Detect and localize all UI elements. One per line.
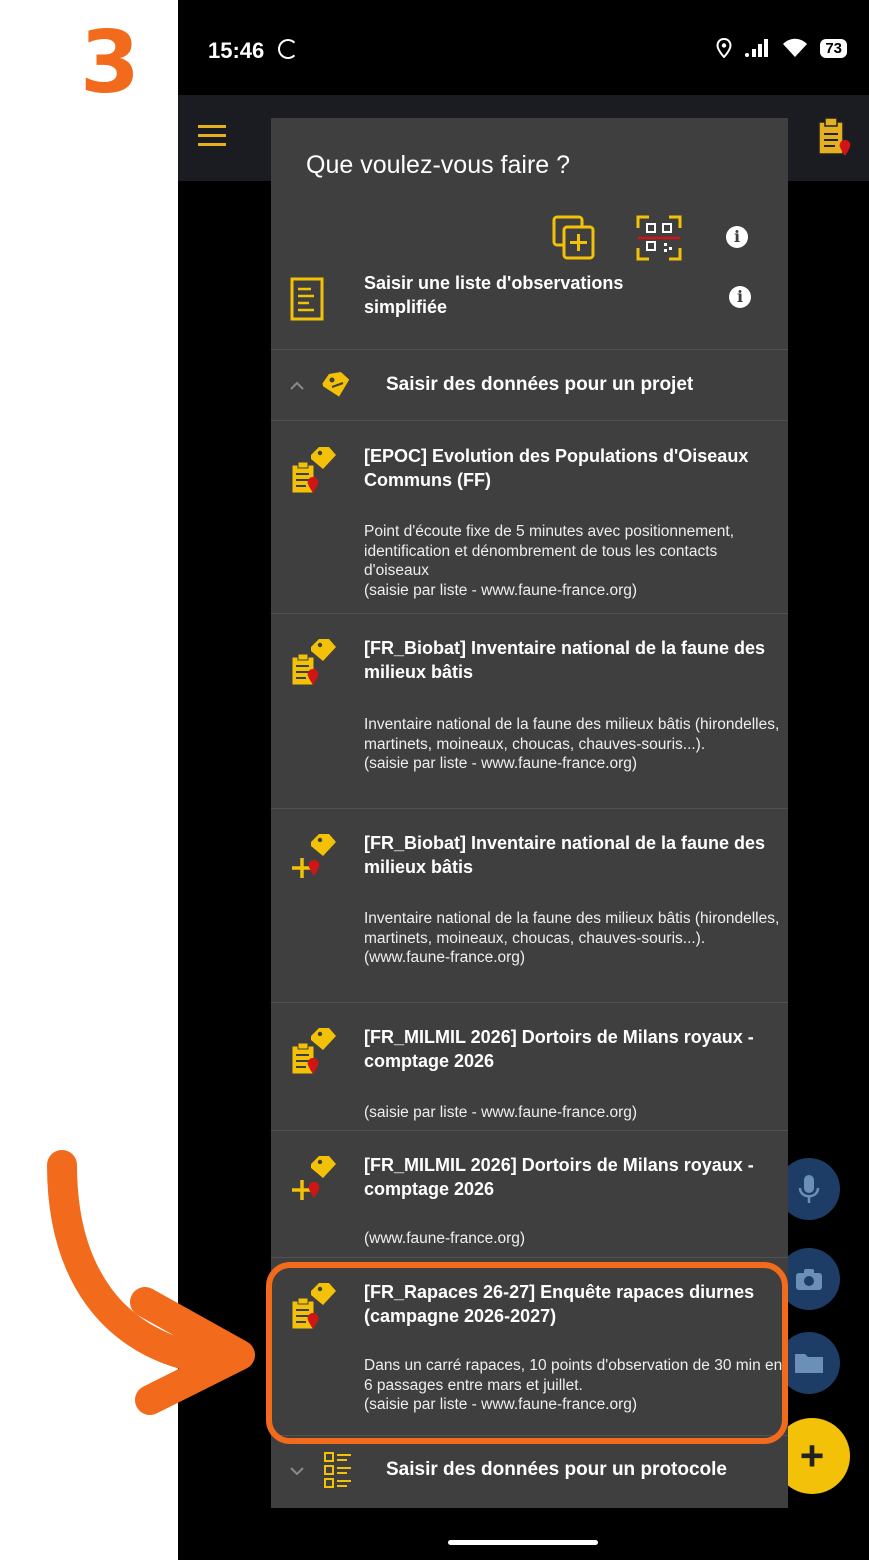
project-list-icon bbox=[291, 447, 336, 494]
highlight-box bbox=[266, 1262, 788, 1444]
projects-section-header[interactable]: Saisir des données pour un projet bbox=[271, 350, 788, 421]
add-icon: + bbox=[799, 1432, 825, 1479]
simple-list-label: Saisir une liste d'observations simplifi… bbox=[364, 273, 624, 317]
project-list-icon bbox=[291, 639, 336, 686]
project-description: Inventaire national de la faune des mili… bbox=[364, 910, 780, 966]
project-list-icon bbox=[291, 1028, 336, 1075]
list-icon bbox=[290, 277, 324, 321]
status-icons: 73 bbox=[716, 38, 847, 58]
dialog-toolbar: i bbox=[551, 214, 761, 262]
info-icon[interactable]: i bbox=[726, 226, 748, 248]
project-item[interactable]: [FR_Biobat] Inventaire national de la fa… bbox=[271, 613, 788, 809]
projects-section-label: Saisir des données pour un projet bbox=[386, 374, 694, 395]
chevron-down-icon bbox=[290, 1467, 304, 1476]
status-bar: 15:46 73 bbox=[178, 0, 869, 95]
step-number: 3 bbox=[80, 13, 140, 113]
loading-icon bbox=[278, 39, 298, 59]
protocol-icon bbox=[324, 1452, 351, 1488]
protocol-section-header[interactable]: Saisir des données pour un protocole bbox=[271, 1435, 788, 1505]
project-title: [FR_MILMIL 2026] Dortoirs de Milans roya… bbox=[364, 1155, 754, 1199]
project-description: (www.faune-france.org) bbox=[364, 1230, 526, 1247]
folder-icon bbox=[795, 1354, 823, 1373]
project-title: [FR_Biobat] Inventaire national de la fa… bbox=[364, 833, 766, 877]
project-title: [FR_MILMIL 2026] Dortoirs de Milans roya… bbox=[364, 1027, 754, 1071]
home-indicator[interactable] bbox=[448, 1540, 598, 1545]
status-time: 15:46 bbox=[208, 38, 265, 63]
project-title: [FR_Biobat] Inventaire national de la fa… bbox=[364, 638, 766, 682]
dialog-title: Que voulez-vous faire ? bbox=[306, 151, 571, 179]
simple-list-option[interactable]: Saisir une liste d'observations simplifi… bbox=[271, 268, 788, 350]
battery-icon: 73 bbox=[820, 38, 847, 58]
observation-list-icon[interactable] bbox=[815, 116, 855, 160]
tag-icon bbox=[322, 371, 350, 397]
project-title: [EPOC] Evolution des Populations d'Oisea… bbox=[364, 446, 749, 490]
hamburger-menu-icon[interactable] bbox=[198, 125, 226, 152]
project-add-icon bbox=[292, 1156, 336, 1200]
camera-icon bbox=[796, 1269, 822, 1290]
mic-icon bbox=[798, 1175, 820, 1203]
project-description: Inventaire national de la faune des mili… bbox=[364, 716, 780, 772]
wifi-icon bbox=[783, 38, 808, 57]
project-add-icon bbox=[292, 834, 336, 878]
project-description: (saisie par liste - www.faune-france.org… bbox=[364, 1104, 638, 1121]
protocol-section-label: Saisir des données pour un protocole bbox=[386, 1459, 727, 1480]
location-icon bbox=[716, 38, 732, 58]
project-item[interactable]: [FR_Biobat] Inventaire national de la fa… bbox=[271, 808, 788, 1003]
signal-icon bbox=[745, 39, 769, 57]
chevron-up-icon bbox=[290, 381, 304, 390]
project-item[interactable]: [FR_MILMIL 2026] Dortoirs de Milans roya… bbox=[271, 1002, 788, 1131]
project-item[interactable]: [FR_MILMIL 2026] Dortoirs de Milans roya… bbox=[271, 1130, 788, 1258]
duplicate-add-icon[interactable] bbox=[551, 214, 597, 262]
qr-scan-icon[interactable] bbox=[635, 214, 683, 262]
project-item[interactable]: [EPOC] Evolution des Populations d'Oisea… bbox=[271, 421, 788, 614]
info-icon[interactable]: i bbox=[729, 286, 751, 308]
project-description: Point d'écoute fixe de 5 minutes avec po… bbox=[364, 523, 735, 599]
